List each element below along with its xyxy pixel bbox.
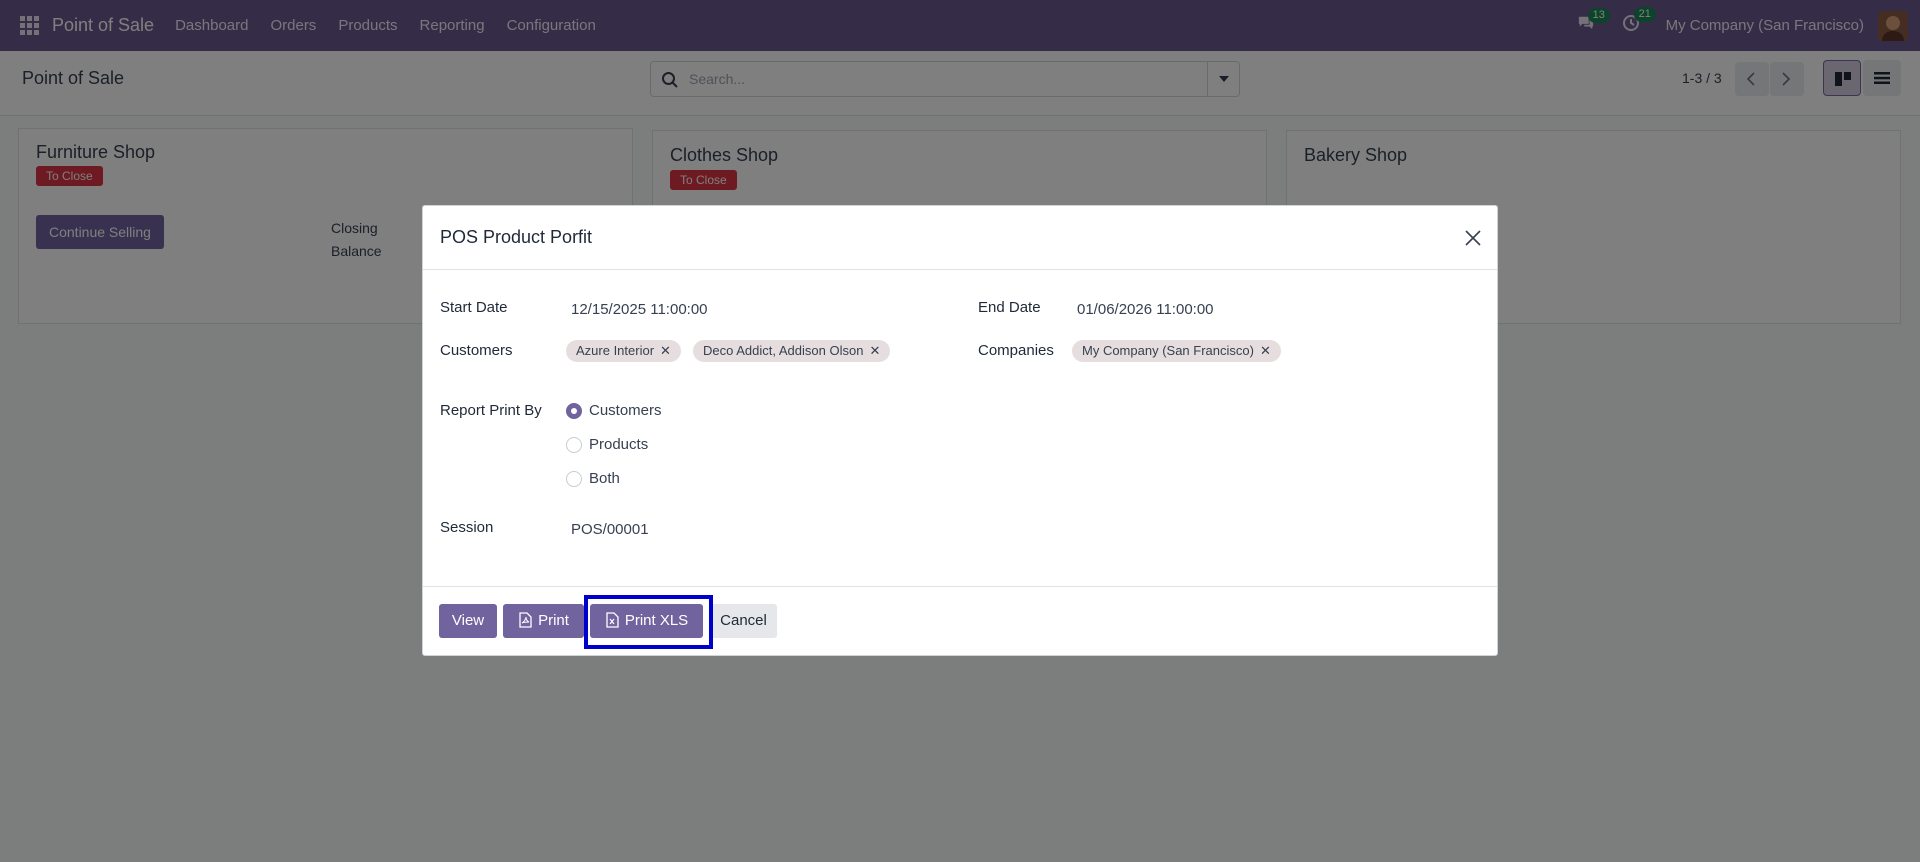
session-field[interactable]: POS/00001 [571,521,649,538]
modal-header: POS Product Porfit [423,206,1497,270]
start-date-label: Start Date [440,299,508,316]
customers-label: Customers [440,342,513,359]
pos-product-profit-dialog: POS Product Porfit Start Date 12/15/2025… [422,205,1498,656]
start-date-field[interactable]: 12/15/2025 11:00:00 [571,301,708,318]
report-print-by-label: Report Print By [440,402,542,419]
view-button[interactable]: View [439,604,497,638]
company-tag: My Company (San Francisco) ✕ [1072,340,1281,362]
radio-label-products[interactable]: Products [589,436,648,453]
pdf-file-icon [519,612,532,628]
modal-title: POS Product Porfit [440,227,593,247]
radio-products[interactable] [566,437,582,453]
radio-both[interactable] [566,471,582,487]
end-date-field[interactable]: 01/06/2026 11:00:00 [1077,301,1214,318]
print-button[interactable]: Print [503,604,584,638]
close-icon[interactable] [1465,230,1481,246]
radio-label-customers[interactable]: Customers [589,402,662,419]
cancel-button[interactable]: Cancel [710,604,777,638]
customer-tag: Deco Addict, Addison Olson ✕ [693,340,891,362]
end-date-label: End Date [978,299,1041,316]
remove-tag-icon[interactable]: ✕ [869,340,880,362]
radio-label-both[interactable]: Both [589,470,620,487]
remove-tag-icon[interactable]: ✕ [660,340,671,362]
companies-label: Companies [978,342,1054,359]
remove-tag-icon[interactable]: ✕ [1260,340,1271,362]
customer-tag: Azure Interior ✕ [566,340,681,362]
session-label: Session [440,519,494,536]
radio-customers[interactable] [566,403,582,419]
highlight-box [584,595,713,649]
